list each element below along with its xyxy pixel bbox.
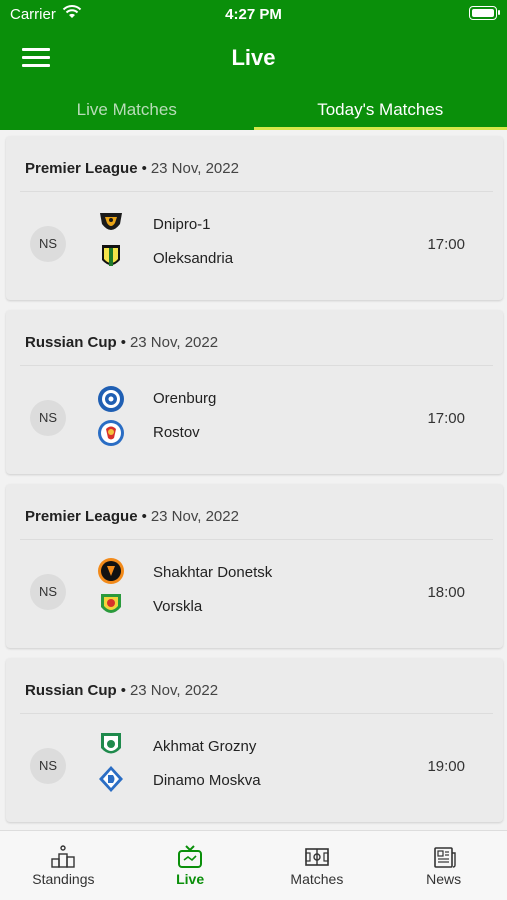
tab-bar: Live Matches Today's Matches — [0, 92, 507, 130]
podium-icon — [51, 845, 76, 868]
away-team-name: Vorskla — [153, 598, 203, 615]
page-title: Live — [231, 45, 276, 70]
home-team-name: Dnipro-1 — [153, 216, 211, 233]
kickoff-time: 19:00 — [427, 758, 465, 775]
match-status-badge: NS — [30, 748, 66, 784]
nav-matches[interactable]: Matches — [254, 831, 381, 900]
match-card[interactable]: Premier League • 23 Nov, 2022 NS Dnipro-1 … — [6, 136, 503, 300]
home-team-name: Akhmat Grozny — [153, 738, 257, 755]
match-card[interactable]: Russian Cup • 23 Nov, 2022 NS Akhmat Grozn… — [6, 658, 503, 822]
rostov-crest-icon — [98, 420, 124, 446]
match-date: 23 Nov, 2022 — [150, 160, 239, 177]
nav-standings[interactable]: Standings — [0, 831, 127, 900]
nav-live-label: Live — [176, 871, 205, 887]
pitch-icon — [305, 848, 329, 866]
match-header: Premier League • 23 Nov, 2022 — [25, 160, 239, 177]
match-header: Russian Cup • 23 Nov, 2022 — [25, 682, 219, 699]
match-date: 23 Nov, 2022 — [129, 334, 219, 351]
match-status-badge: NS — [30, 226, 66, 262]
divider — [20, 713, 493, 714]
league-name: Russian Cup — [25, 334, 117, 351]
battery-icon — [469, 6, 500, 20]
kickoff-time: 18:00 — [427, 584, 465, 601]
match-header: Premier League • 23 Nov, 2022 — [25, 508, 239, 525]
orenburg-crest-icon — [98, 386, 124, 412]
shakhtar-donetsk-crest-icon — [98, 558, 124, 584]
nav-standings-label: Standings — [32, 871, 95, 887]
nav-news[interactable]: News — [380, 831, 507, 900]
match-card[interactable]: Premier League • 23 Nov, 2022 NS Shakhtar … — [6, 484, 503, 648]
away-team-name: Dinamo Moskva — [153, 772, 261, 789]
home-team-name: Orenburg — [153, 390, 217, 407]
newspaper-icon — [433, 847, 456, 868]
tab-live-matches[interactable]: Live Matches — [0, 92, 254, 130]
bottom-tab-bar: Standings Live Matches News — [0, 830, 507, 900]
match-date: 23 Nov, 2022 — [150, 508, 239, 525]
away-team-name: Oleksandria — [153, 250, 234, 267]
match-list[interactable]: Premier League • 23 Nov, 2022 NS Dnipro-1 … — [0, 130, 507, 830]
match-date: 23 Nov, 2022 — [129, 682, 219, 699]
divider — [20, 191, 493, 192]
league-name: Premier League — [25, 160, 138, 177]
match-card[interactable]: Russian Cup • 23 Nov, 2022 NS Orenburg Ros… — [6, 310, 503, 474]
app-header: Carrier 4:27 PM Live Live Matches Today'… — [0, 0, 507, 130]
dinamo-moskva-crest-icon — [99, 766, 123, 792]
match-status-badge: NS — [30, 574, 66, 610]
home-team-name: Shakhtar Donetsk — [153, 564, 273, 581]
nav-news-label: News — [426, 871, 462, 887]
status-bar: Carrier 4:27 PM — [0, 0, 507, 28]
tab-todays-matches[interactable]: Today's Matches — [253, 92, 507, 130]
dnipro-1-crest-icon — [100, 213, 122, 230]
kickoff-time: 17:00 — [427, 236, 465, 253]
match-header: Russian Cup • 23 Nov, 2022 — [25, 334, 219, 351]
nav-matches-label: Matches — [290, 871, 344, 887]
oleksandria-crest-icon — [102, 245, 120, 266]
divider — [20, 539, 493, 540]
nav-live[interactable]: Live — [127, 831, 254, 900]
away-team-name: Rostov — [153, 424, 200, 441]
league-name: Russian Cup — [25, 682, 117, 699]
akhmat-grozny-crest-icon — [101, 733, 121, 754]
divider — [20, 365, 493, 366]
kickoff-time: 17:00 — [427, 410, 465, 427]
match-status-badge: NS — [30, 400, 66, 436]
league-name: Premier League — [25, 508, 138, 525]
vorskla-crest-icon — [101, 594, 121, 613]
tv-icon — [178, 845, 203, 868]
clock: 4:27 PM — [225, 6, 282, 23]
